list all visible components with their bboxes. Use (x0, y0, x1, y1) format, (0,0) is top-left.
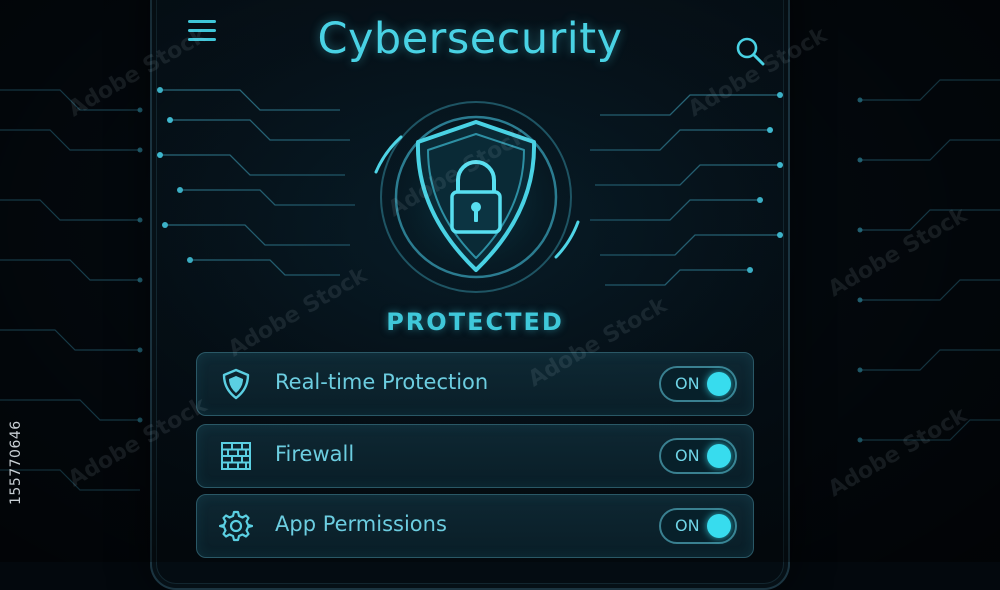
setting-label: App Permissions (275, 512, 447, 536)
gear-icon (219, 510, 253, 542)
setting-label: Firewall (275, 442, 355, 466)
real-time-protection-toggle[interactable]: ON (659, 366, 737, 402)
toggle-state: ON (675, 516, 700, 535)
stock-id-watermark: 155770646 (8, 420, 24, 505)
shield-lock-icon (374, 95, 580, 299)
toggle-state: ON (675, 374, 700, 393)
toggle-knob (707, 372, 731, 396)
firewall-brick-icon (221, 442, 251, 470)
setting-row-real-time-protection[interactable]: Real-time Protection ON (196, 352, 754, 416)
firewall-toggle[interactable]: ON (659, 438, 737, 474)
hamburger-menu-icon[interactable] (188, 20, 218, 46)
app-permissions-toggle[interactable]: ON (659, 508, 737, 544)
setting-row-firewall[interactable]: Firewall ON (196, 424, 754, 488)
toggle-knob (707, 444, 731, 468)
protection-status: PROTECTED (386, 308, 564, 336)
setting-row-app-permissions[interactable]: App Permissions ON (196, 494, 754, 558)
search-icon[interactable] (734, 35, 766, 67)
toggle-state: ON (675, 446, 700, 465)
shield-icon (222, 368, 250, 400)
app-title: Cybersecurity (317, 14, 623, 64)
toggle-knob (707, 514, 731, 538)
setting-label: Real-time Protection (275, 370, 489, 394)
